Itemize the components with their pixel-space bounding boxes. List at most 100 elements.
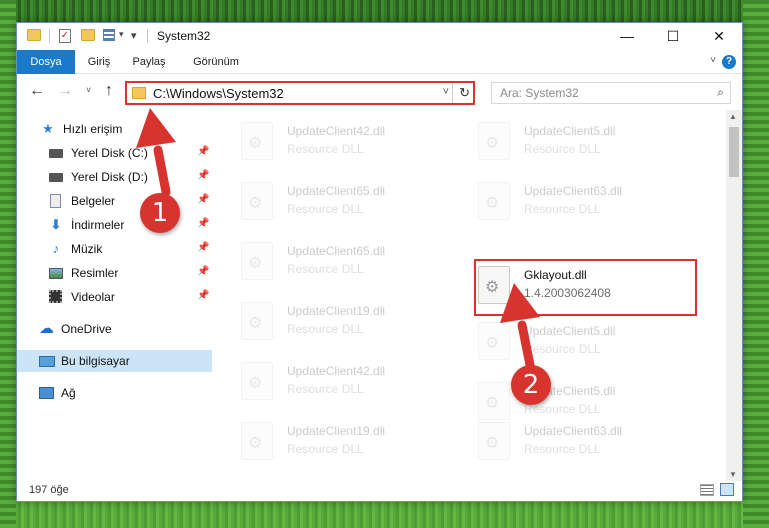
file-item[interactable]: UpdateClient5.dll Resource DLL (478, 318, 708, 364)
file-item[interactable]: UpdateClient42.dll Resource DLL (241, 358, 471, 404)
pin-icon[interactable]: 📌 (197, 242, 209, 253)
videos-icon (49, 290, 62, 303)
dll-file-icon (478, 122, 510, 160)
sidebar-item-music[interactable]: ♪ Müzik 📌 (17, 238, 212, 260)
sidebar-item-local-disk-d[interactable]: Yerel Disk (D:) 📌 (17, 166, 212, 188)
tab-file[interactable]: Dosya (17, 50, 75, 74)
file-item[interactable]: UpdateClient65.dll Resource DLL (241, 178, 471, 224)
details-view-icon[interactable] (700, 484, 714, 496)
title-bar: ✓ ▾ ▾ System32 — ☐ ✕ (17, 23, 742, 50)
file-name: UpdateClient19.dll (287, 304, 386, 318)
navigation-pane: ★ Hızlı erişim Yerel Disk (C:) 📌 Yerel D… (17, 110, 212, 481)
refresh-icon[interactable]: ↻ (459, 85, 470, 101)
pin-icon[interactable]: 📌 (197, 194, 209, 205)
sidebar-item-quick-access[interactable]: ★ Hızlı erişim (17, 118, 212, 140)
vertical-scrollbar[interactable]: ▲ ▼ (726, 110, 742, 481)
dll-file-icon (241, 122, 273, 160)
download-icon: ⬇ (50, 217, 62, 232)
file-name: UpdateClient19.dll (287, 424, 386, 438)
sidebar-item-this-pc[interactable]: Bu bilgisayar (17, 350, 212, 372)
close-button[interactable]: ✕ (696, 23, 742, 50)
sidebar-item-network[interactable]: Ağ (17, 382, 212, 404)
address-path[interactable]: C:\Windows\System32 (153, 86, 284, 101)
tab-home[interactable]: Giriş (79, 50, 119, 74)
tab-view[interactable]: Görünüm (183, 50, 249, 74)
recent-locations-chevron-icon[interactable]: ˅ (86, 85, 91, 95)
pin-icon[interactable]: 📌 (197, 266, 209, 277)
sidebar-item-downloads[interactable]: ⬇ İndirmeler 📌 (17, 214, 212, 236)
file-type: Resource DLL (287, 322, 364, 336)
search-box[interactable]: Ara: System32 ⌕ (491, 82, 731, 104)
address-separator (452, 83, 453, 103)
file-name: UpdateClient42.dll (287, 124, 386, 138)
dll-file-icon (241, 302, 273, 340)
dll-file-icon (241, 422, 273, 460)
item-count: 197 öğe (29, 484, 69, 496)
file-item[interactable]: UpdateClient65.dll Resource DLL (241, 238, 471, 284)
folder-icon[interactable] (27, 29, 41, 41)
sidebar-item-label: Yerel Disk (C:) (71, 146, 148, 160)
file-type: Resource DLL (287, 262, 364, 276)
file-type: Resource DLL (524, 442, 601, 456)
maximize-button[interactable]: ☐ (650, 23, 696, 50)
file-name: UpdateClient42.dll (287, 364, 386, 378)
customize-toolbar-chevron-icon[interactable]: ▾ (119, 29, 124, 40)
ribbon-expand-chevron-icon[interactable]: ˅ (710, 55, 716, 66)
sidebar-item-local-disk-c[interactable]: Yerel Disk (C:) 📌 (17, 142, 212, 164)
address-bar[interactable]: C:\Windows\System32 ˅ ↻ (125, 81, 475, 105)
file-name: UpdateClient63.dll (524, 424, 623, 438)
tab-share[interactable]: Paylaş (123, 50, 175, 74)
sidebar-item-pictures[interactable]: Resimler 📌 (17, 262, 212, 284)
sidebar-item-onedrive[interactable]: ☁ OneDrive (17, 318, 212, 340)
file-item[interactable]: UpdateClient19.dll Resource DLL (241, 298, 471, 344)
pin-icon[interactable]: 📌 (197, 218, 209, 229)
file-item[interactable]: UpdateClient63.dll Resource DLL (478, 418, 708, 464)
status-bar: 197 öğe (17, 481, 742, 501)
sidebar-item-label: Ağ (61, 386, 76, 400)
background-grass-left (0, 0, 16, 528)
highlight-box (474, 259, 697, 316)
sidebar-item-documents[interactable]: Belgeler 📌 (17, 190, 212, 212)
address-dropdown-chevron-icon[interactable]: ˅ (443, 86, 449, 98)
dll-file-icon (241, 242, 273, 280)
file-type: Resource DLL (287, 142, 364, 156)
properties-icon[interactable] (103, 29, 115, 41)
properties-check-icon[interactable]: ✓ (59, 29, 71, 43)
drive-icon (49, 173, 63, 182)
pin-icon[interactable]: 📌 (197, 290, 209, 301)
minimize-button[interactable]: — (604, 23, 650, 50)
scroll-down-icon[interactable]: ▼ (729, 470, 737, 479)
file-type: Resource DLL (524, 202, 601, 216)
sidebar-item-videos[interactable]: Videolar 📌 (17, 286, 212, 308)
sidebar-item-label: Belgeler (71, 194, 116, 208)
file-item[interactable]: UpdateClient5.dll Resource DLL (478, 118, 708, 164)
window-title: System32 (157, 29, 211, 43)
file-item[interactable]: UpdateClient19.dll Resource DLL (241, 418, 471, 464)
toolbar-dropdown-icon[interactable]: ▾ (131, 29, 137, 42)
dll-file-icon (478, 322, 510, 360)
file-item[interactable]: UpdateClient63.dll Resource DLL (478, 178, 708, 224)
explorer-window: ✓ ▾ ▾ System32 — ☐ ✕ Dosya Giriş Paylaş … (16, 22, 743, 502)
help-icon[interactable]: ? (722, 55, 736, 69)
forward-arrow-icon[interactable]: → (55, 82, 75, 100)
scrollbar-thumb[interactable] (729, 127, 739, 177)
cloud-icon: ☁ (39, 320, 54, 337)
sidebar-item-label: Hızlı erişim (63, 122, 123, 136)
file-type: Resource DLL (287, 442, 364, 456)
scroll-up-icon[interactable]: ▲ (729, 112, 737, 121)
title-separator (147, 29, 148, 43)
file-name: UpdateClient63.dll (524, 184, 623, 198)
pin-icon[interactable]: 📌 (197, 170, 209, 181)
file-name: UpdateClient5.dll (524, 124, 616, 138)
up-arrow-icon[interactable]: ↑ (99, 82, 119, 100)
search-icon[interactable]: ⌕ (717, 85, 724, 100)
pictures-icon (49, 268, 63, 279)
file-type: Resource DLL (287, 382, 364, 396)
quick-access-separator (49, 29, 50, 43)
pin-icon[interactable]: 📌 (197, 146, 209, 157)
background-grass-right (743, 0, 769, 528)
large-icons-view-icon[interactable] (720, 483, 734, 496)
file-item[interactable]: UpdateClient42.dll Resource DLL (241, 118, 471, 164)
back-arrow-icon[interactable]: ← (27, 82, 47, 100)
new-folder-icon[interactable] (81, 29, 95, 41)
